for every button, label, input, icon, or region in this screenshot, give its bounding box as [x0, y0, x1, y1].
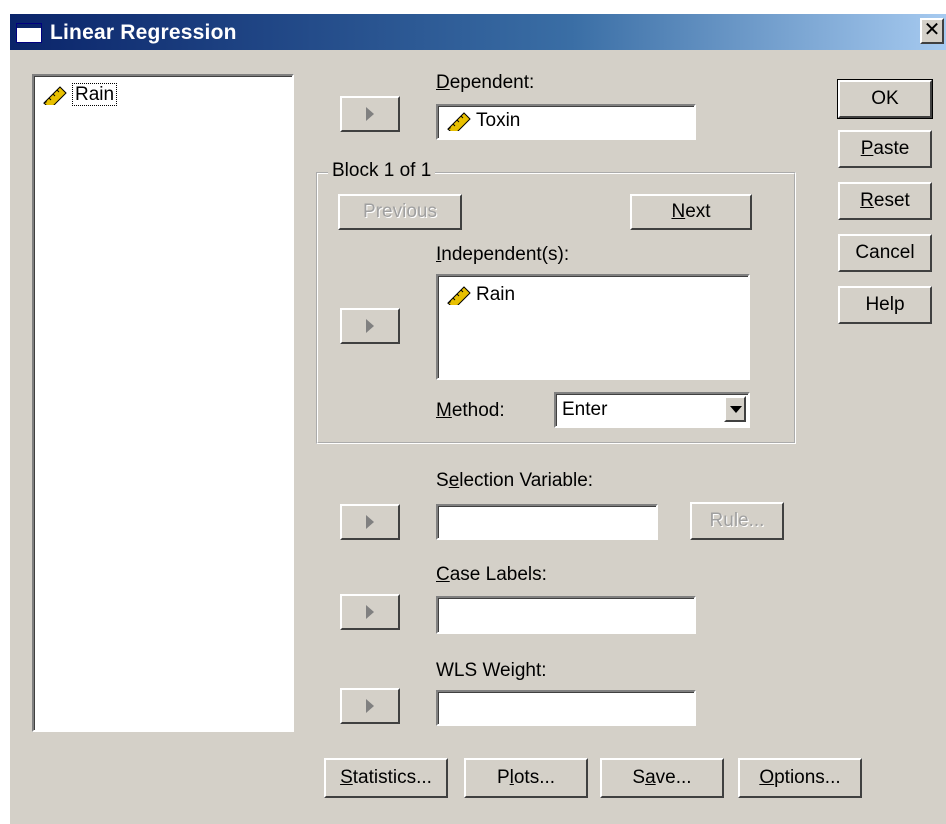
method-select-value: Enter [562, 399, 608, 420]
close-icon: ✕ [923, 19, 941, 41]
selection-label-rest: lection Variable: [459, 470, 594, 491]
save-button-rest: ve... [655, 767, 692, 788]
selection-variable-field[interactable] [436, 504, 658, 540]
chevron-down-icon[interactable] [724, 396, 746, 422]
source-variable-list[interactable]: Rain [32, 74, 294, 732]
dependent-field[interactable]: Toxin [436, 104, 696, 140]
reset-mnemonic: R [860, 190, 874, 211]
reset-button-rest: eset [873, 190, 910, 211]
wls-weight-field[interactable] [436, 690, 696, 726]
right-arrow-icon [366, 605, 374, 619]
save-mnemonic: a [645, 767, 656, 788]
options-button-rest: ptions... [774, 767, 841, 788]
plots-label-pre: P [496, 767, 510, 788]
right-arrow-icon [366, 107, 374, 121]
wls-label-pre: WLS Wei [436, 660, 515, 681]
list-item-label: Rain [72, 83, 118, 106]
paste-mnemonic: P [860, 138, 874, 159]
reset-button[interactable]: Reset [838, 182, 932, 220]
help-button[interactable]: Help [838, 286, 932, 324]
selection-label-pre: S [436, 470, 449, 491]
plots-button-rest: ots... [513, 767, 556, 788]
dependent-value: Toxin [446, 110, 520, 132]
wls-label-rest: ht: [525, 660, 547, 681]
case-labels-label-rest: ase Labels: [449, 564, 547, 585]
next-mnemonic: N [671, 201, 686, 222]
case-labels-label: Case Labels: [436, 564, 547, 585]
method-select[interactable]: Enter [554, 392, 750, 428]
window-icon [16, 23, 42, 43]
statistics-button[interactable]: Statistics... [324, 758, 448, 798]
selection-variable-label: Selection Variable: [436, 470, 593, 492]
rule-button[interactable]: Rule... [690, 502, 784, 540]
dependent-label: Dependent: [436, 72, 535, 93]
list-item-label: Rain [476, 284, 516, 305]
selection-variable-move-button[interactable] [340, 504, 400, 540]
right-arrow-icon [366, 699, 374, 713]
plots-button[interactable]: Plots... [464, 758, 588, 798]
selection-mnemonic: e [448, 470, 460, 491]
right-arrow-icon [366, 319, 374, 333]
previous-button[interactable]: Previous [338, 194, 462, 230]
help-button-label: Help [865, 294, 905, 315]
list-item[interactable]: Rain [446, 284, 515, 306]
close-button[interactable]: ✕ [920, 18, 944, 44]
independents-list[interactable]: Rain [436, 274, 750, 380]
method-label: Method: [436, 400, 505, 421]
ruler-pencil-icon [446, 285, 472, 305]
rule-button-label: Rule... [709, 510, 765, 531]
save-label-pre: S [632, 767, 646, 788]
next-button-rest: ext [685, 201, 711, 222]
right-arrow-icon [366, 515, 374, 529]
dependent-move-button[interactable] [340, 96, 400, 132]
next-button[interactable]: Next [630, 194, 752, 230]
independents-move-button[interactable] [340, 308, 400, 344]
save-button[interactable]: Save... [600, 758, 724, 798]
wls-weight-label: WLS Weight: [436, 660, 547, 682]
block-label: Block 1 of 1 [328, 160, 436, 182]
window-title: Linear Regression [50, 21, 237, 44]
wls-weight-move-button[interactable] [340, 688, 400, 724]
cancel-button[interactable]: Cancel [838, 234, 932, 272]
wls-mnemonic: g [514, 660, 526, 681]
case-labels-field[interactable] [436, 596, 696, 634]
independents-label-rest: ndependent(s): [441, 244, 570, 265]
statistics-mnemonic: S [340, 767, 353, 788]
ok-button[interactable]: OK [837, 79, 933, 119]
statistics-button-rest: tatistics... [352, 767, 432, 788]
ok-button-label: OK [871, 88, 899, 109]
dependent-label-rest: ependent: [449, 72, 535, 93]
paste-button[interactable]: Paste [838, 130, 932, 168]
list-item[interactable]: Rain [42, 83, 118, 106]
options-mnemonic: O [759, 767, 775, 788]
cancel-button-label: Cancel [855, 242, 915, 263]
independents-label: Independent(s): [436, 244, 570, 265]
title-bar[interactable]: Linear Regression ✕ [10, 14, 946, 50]
case-labels-move-button[interactable] [340, 594, 400, 630]
ruler-pencil-icon [42, 85, 68, 105]
dependent-value-text: Toxin [476, 110, 521, 131]
paste-button-rest: aste [873, 138, 910, 159]
ruler-pencil-icon [446, 111, 472, 131]
linear-regression-dialog: Linear Regression ✕ Rain Dependent: Toxi… [10, 14, 946, 824]
options-button[interactable]: Options... [738, 758, 862, 798]
method-label-rest: ethod: [451, 400, 505, 421]
previous-button-label: Previous [363, 201, 437, 222]
